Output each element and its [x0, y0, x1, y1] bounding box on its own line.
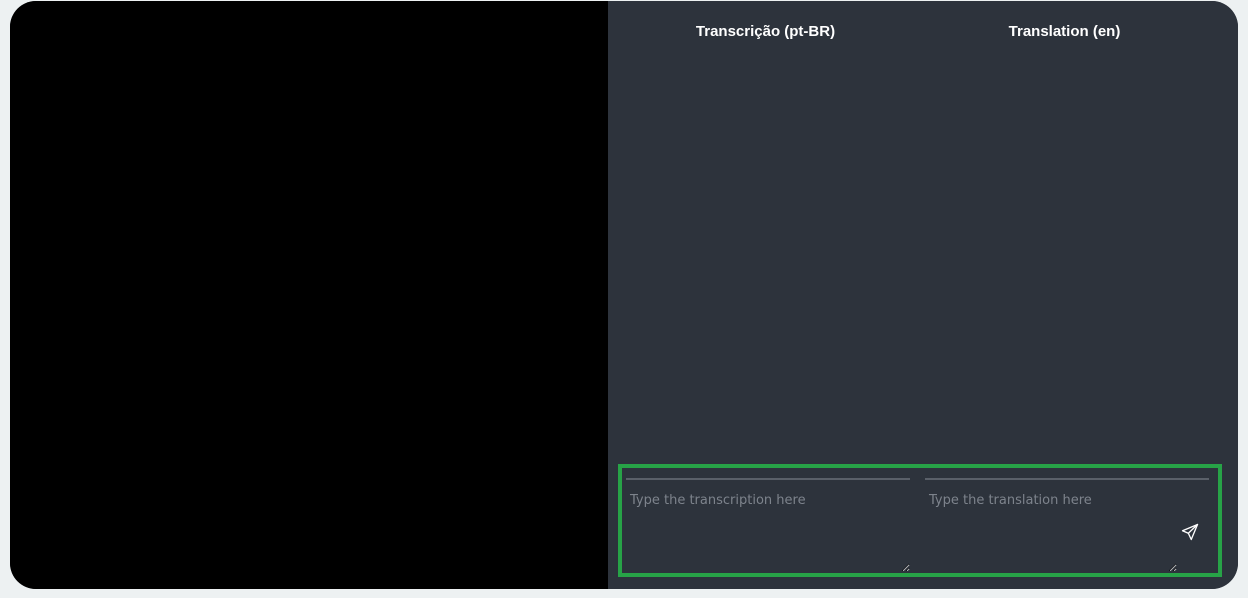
divider [626, 478, 910, 480]
translation-field [925, 478, 1209, 572]
transcription-panel: Transcrição (pt-BR) Translation (en) [608, 1, 1238, 589]
transcription-column-header: Transcrição (pt-BR) [695, 23, 836, 40]
video-player[interactable] [10, 1, 608, 589]
send-icon [1181, 523, 1199, 541]
send-button[interactable] [1178, 520, 1202, 544]
translation-column-header: Translation (en) [1008, 23, 1121, 40]
column-headers: Transcrição (pt-BR) Translation (en) [608, 21, 1238, 43]
transcription-input[interactable] [626, 486, 910, 572]
app-frame: Transcrição (pt-BR) Translation (en) [10, 1, 1238, 589]
transcription-field [626, 478, 910, 572]
translation-input[interactable] [925, 486, 1177, 572]
input-area [618, 464, 1222, 577]
divider [925, 478, 1209, 480]
